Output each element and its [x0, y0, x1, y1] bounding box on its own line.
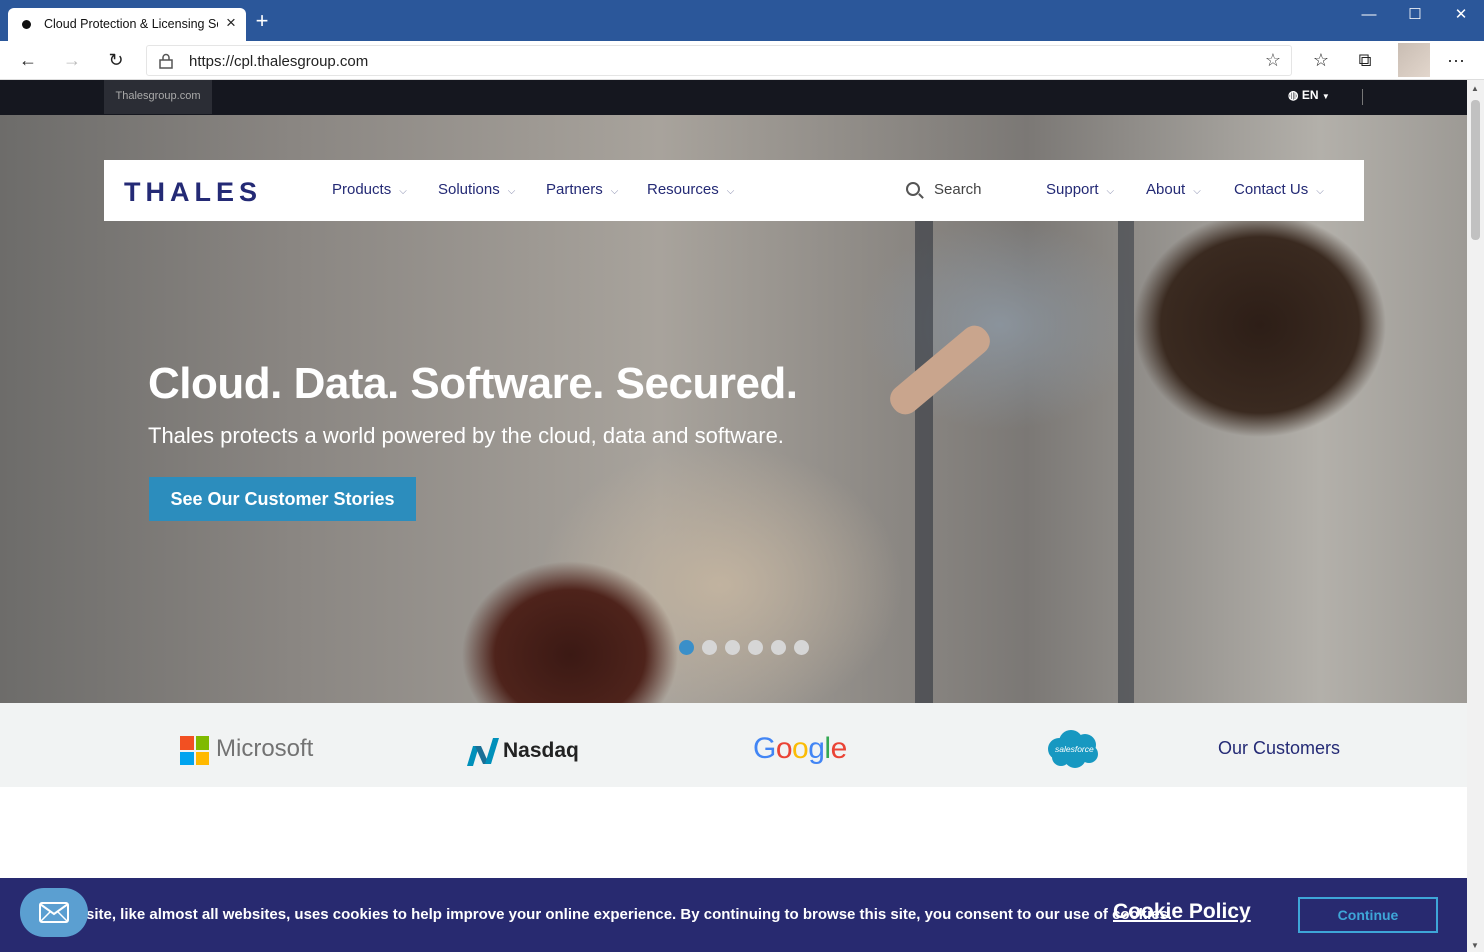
minimize-icon[interactable]: — [1346, 0, 1392, 32]
nav-products[interactable]: Products ⌵ [332, 181, 407, 198]
hero-image-detail [1118, 185, 1134, 705]
hero-banner: THALES Products ⌵ Solutions ⌵ Partners ⌵ Re… [0, 115, 1467, 705]
nav-label: Partners [546, 181, 603, 198]
collections-icon[interactable]: ⧉ [1350, 45, 1380, 75]
refresh-icon[interactable]: ↻ [101, 45, 131, 75]
chevron-down-icon: ⌵ [507, 186, 516, 197]
language-selector[interactable]: ◍ EN ▼ [1288, 88, 1330, 102]
hero-title: Cloud. Data. Software. Secured. [148, 359, 798, 408]
close-window-icon[interactable]: ✕ [1438, 0, 1484, 32]
back-icon[interactable]: ← [13, 45, 43, 75]
search-icon[interactable] [906, 182, 920, 196]
nav-resources[interactable]: Resources ⌵ [647, 181, 734, 198]
google-logo: Google [753, 732, 847, 765]
nav-label: Contact Us [1234, 181, 1309, 198]
cookie-policy-link[interactable]: Cookie Policy [1113, 900, 1251, 924]
nasdaq-logo-icon [467, 738, 499, 766]
chevron-down-icon: ⌵ [1106, 186, 1115, 197]
customer-stories-button[interactable]: See Our Customer Stories [149, 477, 416, 521]
cookie-continue-button[interactable]: Continue [1298, 897, 1438, 933]
browser-titlebar: Cloud Protection & Licensing Sol × + — ☐… [0, 0, 1484, 41]
customer-logos-band: Microsoft Nasdaq Google salesforce Our C… [0, 703, 1467, 787]
url-text: https://cpl.thalesgroup.com [189, 53, 369, 70]
scroll-thumb[interactable] [1471, 100, 1480, 240]
page-scrollbar[interactable]: ▲ ▼ [1467, 80, 1484, 952]
favorite-star-icon[interactable]: ☆ [1265, 50, 1281, 71]
mail-icon [39, 902, 69, 923]
nav-label: About [1146, 181, 1186, 198]
nav-label: Products [332, 181, 392, 198]
nav-label: Support [1046, 181, 1099, 198]
hero-image-detail [915, 185, 933, 705]
cookie-message: site, like almost all websites, uses coo… [86, 906, 1173, 923]
hero-subtitle: Thales protects a world powered by the c… [148, 423, 784, 448]
carousel-dot[interactable] [679, 640, 694, 655]
favorites-icon[interactable]: ☆ [1306, 45, 1336, 75]
profile-avatar[interactable] [1398, 43, 1430, 77]
tab-title: Cloud Protection & Licensing Sol [44, 17, 218, 31]
microsoft-logo-icon [180, 736, 209, 765]
chevron-down-icon: ⌵ [610, 186, 619, 197]
chevron-down-icon: ⌵ [1193, 186, 1201, 197]
cookie-banner: site, like almost all websites, uses coo… [0, 878, 1467, 952]
nav-partners[interactable]: Partners ⌵ [546, 181, 618, 198]
our-customers-link[interactable]: Our Customers [1218, 738, 1340, 759]
thales-logo[interactable]: THALES [124, 177, 262, 208]
forward-icon[interactable]: → [57, 45, 87, 75]
hero-image-detail [884, 319, 996, 421]
more-menu-icon[interactable]: ··· [1441, 45, 1471, 75]
nav-support[interactable]: Support ⌵ [1046, 181, 1114, 198]
nav-about[interactable]: About ⌵ [1146, 181, 1201, 198]
chevron-down-icon: ⌵ [1316, 186, 1324, 197]
divider [1362, 89, 1363, 105]
maximize-icon[interactable]: ☐ [1392, 0, 1438, 32]
nav-contact-us[interactable]: Contact Us ⌵ [1234, 181, 1324, 198]
chevron-down-icon: ⌵ [726, 186, 735, 197]
carousel-dot[interactable] [771, 640, 786, 655]
scroll-up-icon[interactable]: ▲ [1471, 84, 1479, 93]
nav-solutions[interactable]: Solutions ⌵ [438, 181, 515, 198]
top-utility-bar: Thalesgroup.com ◍ EN ▼ [0, 80, 1467, 115]
browser-toolbar: ← → ↻ https://cpl.thalesgroup.com ☆ ☆ ⧉ … [0, 41, 1484, 80]
globe-icon: ◍ [1288, 88, 1299, 102]
language-label: EN [1301, 88, 1319, 102]
carousel-dot[interactable] [748, 640, 763, 655]
tab-recording-dot-icon [22, 20, 31, 29]
chevron-down-icon: ⌵ [399, 186, 407, 197]
salesforce-logo-text: salesforce [1055, 744, 1094, 754]
new-tab-icon[interactable]: + [252, 10, 272, 32]
scroll-down-icon[interactable]: ▼ [1471, 941, 1479, 950]
tab-close-icon[interactable]: × [222, 14, 240, 32]
nasdaq-logo-text: Nasdaq [503, 739, 579, 762]
carousel-dot[interactable] [794, 640, 809, 655]
search-button[interactable]: Search [934, 181, 982, 198]
microsoft-logo-text: Microsoft [216, 735, 314, 762]
chat-button[interactable] [20, 888, 88, 937]
nav-label: Resources [647, 181, 719, 198]
web-page: Thalesgroup.com ◍ EN ▼ THALES Products ⌵ … [0, 80, 1467, 952]
address-bar[interactable]: https://cpl.thalesgroup.com ☆ [146, 45, 1292, 76]
thalesgroup-link[interactable]: Thalesgroup.com [104, 80, 212, 114]
main-nav: THALES Products ⌵ Solutions ⌵ Partners ⌵ Re… [104, 160, 1364, 221]
carousel-dot[interactable] [725, 640, 740, 655]
chevron-down-icon: ▼ [1321, 92, 1330, 101]
carousel-dot[interactable] [702, 640, 717, 655]
lock-icon [159, 53, 173, 69]
nav-label: Solutions [438, 181, 500, 198]
browser-tab[interactable]: Cloud Protection & Licensing Sol × [8, 8, 246, 41]
